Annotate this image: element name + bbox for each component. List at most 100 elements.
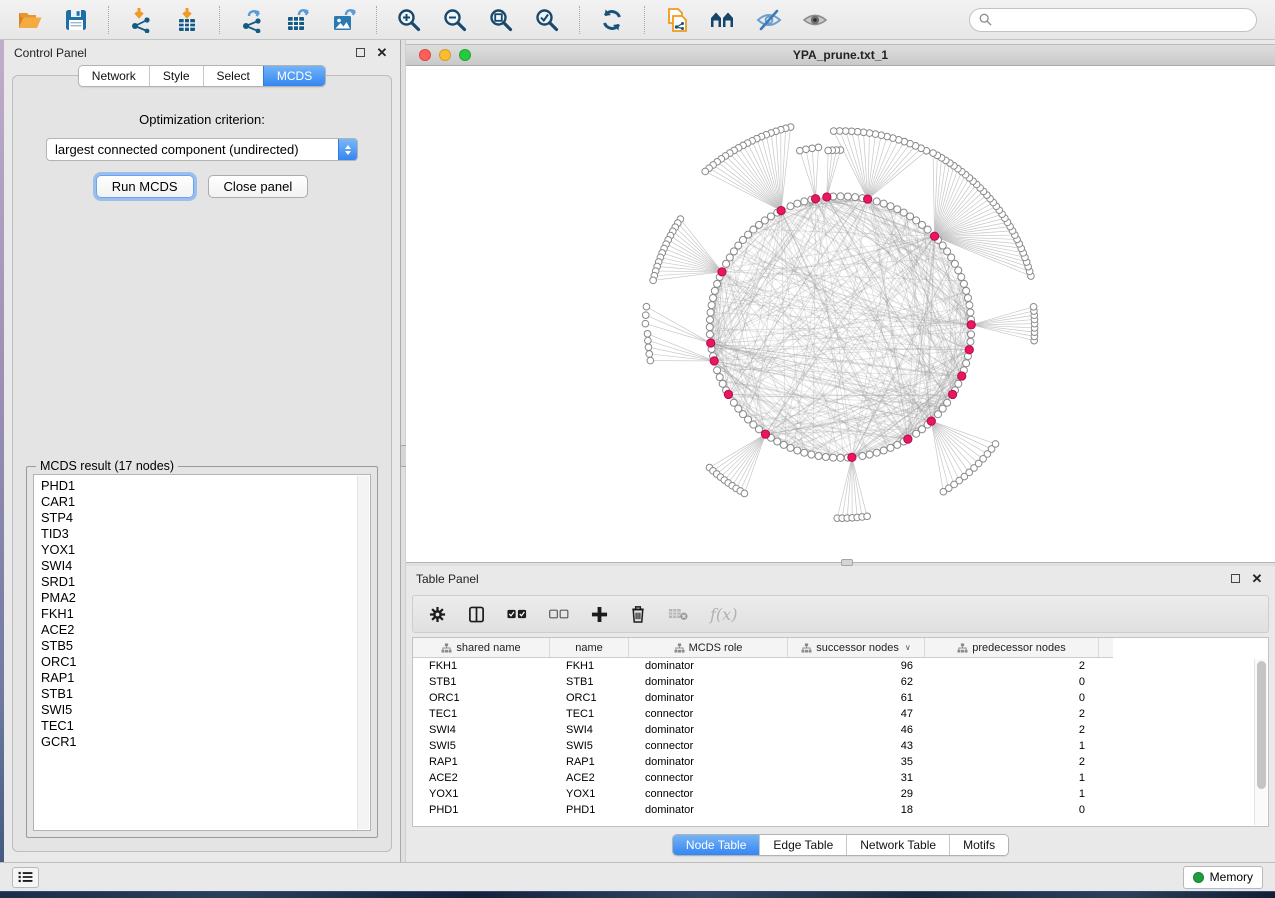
network-hub-node[interactable] xyxy=(927,417,935,425)
network-node[interactable] xyxy=(1030,303,1037,310)
table-row[interactable]: PHD1PHD1dominator180 xyxy=(413,802,1268,818)
deselect-all-rows-button[interactable] xyxy=(549,608,569,620)
network-node[interactable] xyxy=(887,444,894,451)
network-hub-node[interactable] xyxy=(948,390,956,398)
network-hub-node[interactable] xyxy=(930,232,938,240)
network-node[interactable] xyxy=(643,303,650,310)
network-hub-node[interactable] xyxy=(811,195,819,203)
mcds-result-item[interactable]: TEC1 xyxy=(41,718,370,734)
show-column-button[interactable] xyxy=(468,606,485,623)
table-row[interactable]: TEC1TEC1connector472 xyxy=(413,706,1268,722)
network-node[interactable] xyxy=(873,449,880,456)
mcds-result-item[interactable]: STB5 xyxy=(41,638,370,654)
float-panel-button[interactable] xyxy=(352,45,368,61)
mcds-result-item[interactable]: CAR1 xyxy=(41,494,370,510)
table-row[interactable]: STB1STB1dominator620 xyxy=(413,674,1268,690)
network-node[interactable] xyxy=(944,399,951,406)
network-node[interactable] xyxy=(644,330,651,337)
table-cell[interactable]: SWI4 xyxy=(413,724,550,736)
network-node[interactable] xyxy=(719,380,726,387)
network-node[interactable] xyxy=(825,147,832,154)
network-node[interactable] xyxy=(837,454,844,461)
tab-edge-table[interactable]: Edge Table xyxy=(759,835,846,855)
table-cell[interactable]: dominator xyxy=(629,692,788,704)
network-node[interactable] xyxy=(837,193,844,200)
table-cell[interactable]: connector xyxy=(629,772,788,784)
network-node[interactable] xyxy=(852,194,859,201)
network-node[interactable] xyxy=(741,490,748,497)
network-node[interactable] xyxy=(887,203,894,210)
network-node[interactable] xyxy=(809,145,816,152)
table-scrollbar[interactable] xyxy=(1254,659,1267,825)
table-cell[interactable]: STB1 xyxy=(413,676,550,688)
table-cell[interactable]: 1 xyxy=(925,772,1099,784)
tab-node-table[interactable]: Node Table xyxy=(673,835,760,855)
mcds-result-list[interactable]: PHD1CAR1STP4TID3YOX1SWI4SRD1PMA2FKH1ACE2… xyxy=(33,474,371,831)
network-node[interactable] xyxy=(787,203,794,210)
network-node[interactable] xyxy=(706,324,713,331)
table-cell[interactable]: 0 xyxy=(925,804,1099,816)
table-cell[interactable]: connector xyxy=(629,740,788,752)
network-node[interactable] xyxy=(650,277,657,284)
network-node[interactable] xyxy=(815,144,822,151)
export-image-button[interactable] xyxy=(324,4,364,36)
tab-mcds[interactable]: MCDS xyxy=(263,66,325,86)
network-node[interactable] xyxy=(645,344,652,351)
table-cell[interactable]: 2 xyxy=(925,724,1099,736)
network-view-canvas[interactable] xyxy=(406,66,1275,562)
network-node[interactable] xyxy=(808,451,815,458)
mcds-result-item[interactable]: SRD1 xyxy=(41,574,370,590)
network-hub-node[interactable] xyxy=(904,435,912,443)
network-node[interactable] xyxy=(967,338,974,345)
apply-layout-button[interactable] xyxy=(592,4,632,36)
network-node[interactable] xyxy=(710,294,717,301)
mcds-result-item[interactable]: GCR1 xyxy=(41,734,370,750)
table-cell[interactable]: FKH1 xyxy=(550,660,629,672)
splitter-grip[interactable] xyxy=(841,559,853,566)
table-row[interactable]: YOX1YOX1connector291 xyxy=(413,786,1268,802)
network-node[interactable] xyxy=(726,254,733,261)
zoom-selected-button[interactable] xyxy=(527,4,567,36)
zoom-in-button[interactable] xyxy=(389,4,429,36)
network-node[interactable] xyxy=(787,444,794,451)
network-node[interactable] xyxy=(880,200,887,207)
task-history-button[interactable] xyxy=(12,867,39,888)
float-panel-button[interactable] xyxy=(1227,571,1243,587)
table-cell[interactable]: dominator xyxy=(629,676,788,688)
criterion-dropdown[interactable]: largest connected component (undirected) xyxy=(46,138,358,161)
network-node[interactable] xyxy=(796,147,803,154)
save-session-button[interactable] xyxy=(56,4,96,36)
network-node[interactable] xyxy=(900,209,907,216)
mcds-result-item[interactable]: RAP1 xyxy=(41,670,370,686)
table-cell[interactable]: SWI5 xyxy=(413,740,550,752)
table-cell[interactable]: FKH1 xyxy=(413,660,550,672)
close-panel-button[interactable]: ✕ xyxy=(1249,571,1265,587)
network-node[interactable] xyxy=(958,274,965,281)
table-cell[interactable]: SWI5 xyxy=(550,740,629,752)
table-cell[interactable]: 47 xyxy=(788,708,925,720)
table-cell[interactable]: ORC1 xyxy=(413,692,550,704)
table-row[interactable]: ACE2ACE2connector311 xyxy=(413,770,1268,786)
network-node[interactable] xyxy=(647,357,654,364)
network-node[interactable] xyxy=(968,331,975,338)
network-node[interactable] xyxy=(706,331,713,338)
mcds-result-item[interactable]: FKH1 xyxy=(41,606,370,622)
table-cell[interactable]: 62 xyxy=(788,676,925,688)
table-cell[interactable]: SWI4 xyxy=(550,724,629,736)
show-all-button[interactable] xyxy=(795,4,835,36)
table-cell[interactable]: 61 xyxy=(788,692,925,704)
import-table-button[interactable] xyxy=(167,4,207,36)
mcds-result-item[interactable]: PHD1 xyxy=(41,478,370,494)
export-network-button[interactable] xyxy=(232,4,272,36)
network-node[interactable] xyxy=(966,302,973,309)
table-cell[interactable]: 1 xyxy=(925,788,1099,800)
search-input[interactable] xyxy=(998,13,1247,27)
close-panel-action-button[interactable]: Close panel xyxy=(208,175,309,198)
table-cell[interactable]: RAP1 xyxy=(413,756,550,768)
memory-button[interactable]: Memory xyxy=(1183,866,1263,889)
network-node[interactable] xyxy=(960,280,967,287)
mcds-result-item[interactable]: STB1 xyxy=(41,686,370,702)
table-cell[interactable]: 43 xyxy=(788,740,925,752)
network-node[interactable] xyxy=(907,213,914,220)
table-cell[interactable]: PHD1 xyxy=(413,804,550,816)
